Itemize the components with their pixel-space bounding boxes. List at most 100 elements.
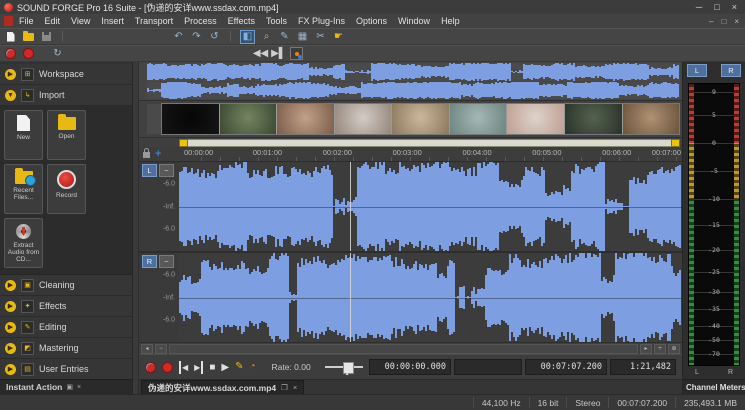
expand-arrow-icon[interactable]: ▶ <box>5 343 16 354</box>
redo-icon[interactable]: ↷ <box>190 31 203 43</box>
expand-arrow-icon[interactable]: ▶ <box>5 301 16 312</box>
sidebar-item-workspace[interactable]: ▶ ⊞ Workspace <box>0 64 132 85</box>
mdi-minimize-button[interactable]: – <box>709 17 713 26</box>
video-thumbnail[interactable] <box>392 104 450 134</box>
lock-icon[interactable] <box>143 152 150 158</box>
edit-tool-icon[interactable]: ◧ <box>240 30 255 44</box>
touch-tool-icon[interactable]: ☛ <box>332 31 345 43</box>
loop-end-marker[interactable] <box>671 139 680 147</box>
video-thumbnail[interactable] <box>277 104 335 134</box>
go-to-start-button[interactable]: ◀ <box>179 361 188 374</box>
menu-help[interactable]: Help <box>441 16 460 26</box>
mdi-restore-button[interactable]: □ <box>721 17 726 26</box>
loop-region-bar[interactable] <box>139 138 682 147</box>
video-thumbnail[interactable] <box>220 104 278 134</box>
go-to-end-button[interactable]: ▶ <box>194 361 203 374</box>
scroll-right-icon[interactable]: ▸ <box>640 344 652 354</box>
undo-icon[interactable]: ↶ <box>172 31 185 43</box>
import-extract-cd-button[interactable]: Extract Audio from CD... <box>4 218 43 268</box>
sidebar-item-editing[interactable]: ▶ ✎ Editing <box>0 317 132 338</box>
video-thumbnail[interactable] <box>623 104 680 134</box>
play-as-sample-icon[interactable]: ✎ <box>235 361 243 374</box>
scrollbar-track[interactable] <box>169 344 638 354</box>
scroll-left-icon[interactable]: ◂ <box>141 344 153 354</box>
horizontal-scrollbar[interactable]: ◂ − ▸ + ⊕ <box>139 342 682 354</box>
left-channel[interactable]: L − -6.0 -Inf. -6.0 <box>139 162 682 253</box>
sidebar-item-mastering[interactable]: ▶ ◩ Mastering <box>0 338 132 359</box>
expand-arrow-icon[interactable]: ▶ <box>5 322 16 333</box>
expand-arrow-icon[interactable]: ▶ <box>5 69 16 80</box>
menu-insert[interactable]: Insert <box>101 16 124 26</box>
open-file-icon[interactable] <box>22 31 35 43</box>
loop-playback-icon[interactable]: ↻ <box>51 48 64 60</box>
close-panel-icon[interactable]: × <box>77 384 81 391</box>
meter-right-button[interactable]: R <box>721 64 741 77</box>
playhead-cursor[interactable] <box>350 162 351 251</box>
playhead-cursor[interactable] <box>350 253 351 342</box>
menu-file[interactable]: File <box>19 16 34 26</box>
document-tab[interactable]: 伪递的安详www.ssdax.com.mp4 ❐ × <box>141 380 304 394</box>
menu-effects[interactable]: Effects <box>228 16 255 26</box>
event-tool-icon[interactable]: ▦ <box>296 31 309 43</box>
zoom-in-time-icon[interactable]: + <box>654 344 666 354</box>
menu-window[interactable]: Window <box>398 16 430 26</box>
video-thumbnail[interactable] <box>507 104 565 134</box>
record-remote-icon[interactable] <box>145 361 156 374</box>
zoom-out-time-icon[interactable]: − <box>155 344 167 354</box>
forward-icon[interactable]: ▶▌ <box>272 48 285 60</box>
right-channel-button[interactable]: R <box>142 255 157 268</box>
maximize-button[interactable]: □ <box>714 2 719 12</box>
right-channel[interactable]: R − -6.0 -Inf. -6.0 <box>139 253 682 342</box>
loop-region-track[interactable] <box>179 139 680 147</box>
video-thumbnail[interactable] <box>335 104 393 134</box>
float-window-icon[interactable]: ❐ <box>281 383 288 392</box>
import-new-button[interactable]: New <box>4 110 43 160</box>
move-cursor-icon[interactable]: + <box>155 150 161 159</box>
time-ruler[interactable]: 00:00:00 00:01:00 00:02:00 00:03:00 00:0… <box>183 147 682 161</box>
import-recent-files-button[interactable]: Recent Files... <box>4 164 43 214</box>
overview-waveform[interactable] <box>139 62 682 101</box>
envelope-tool-icon[interactable]: ✂ <box>314 31 327 43</box>
new-file-icon[interactable] <box>4 31 17 43</box>
magnify-tool-icon[interactable]: ⌕ <box>260 31 273 43</box>
mdi-close-button[interactable]: × <box>734 17 739 26</box>
video-thumbnail[interactable] <box>162 104 220 134</box>
rewind-icon[interactable]: ◀◀ <box>254 48 267 60</box>
video-thumbnail[interactable] <box>565 104 623 134</box>
document-menu-icon[interactable] <box>4 16 13 26</box>
menu-fx-plugins[interactable]: FX Plug-Ins <box>298 16 345 26</box>
rate-slider[interactable]: ▲ <box>325 361 363 373</box>
left-channel-button[interactable]: L <box>142 164 157 177</box>
loop-start-marker[interactable] <box>179 139 188 147</box>
meter-left-button[interactable]: L <box>687 64 707 77</box>
expand-arrow-icon[interactable]: ▶ <box>5 364 16 375</box>
record-icon[interactable] <box>162 361 173 374</box>
sidebar-item-cleaning[interactable]: ▶ ▣ Cleaning <box>0 275 132 296</box>
menu-options[interactable]: Options <box>356 16 387 26</box>
marker-tool-icon[interactable] <box>290 48 303 60</box>
close-document-icon[interactable]: × <box>293 383 297 392</box>
record-icon[interactable] <box>22 48 35 60</box>
sidebar-item-import[interactable]: ▼ ↳ Import <box>0 85 132 106</box>
save-icon[interactable] <box>40 31 53 43</box>
sidebar-item-user-entries[interactable]: ▶ ▤ User Entries <box>0 359 132 379</box>
right-channel-minimize-button[interactable]: − <box>159 255 174 268</box>
zoom-fit-icon[interactable]: ⊕ <box>668 344 680 354</box>
expand-arrow-icon[interactable]: ▶ <box>5 280 16 291</box>
video-thumbnail[interactable] <box>450 104 508 134</box>
menu-tools[interactable]: Tools <box>266 16 287 26</box>
stop-button[interactable]: ■ <box>209 361 215 374</box>
sidebar-item-effects[interactable]: ▶ ✦ Effects <box>0 296 132 317</box>
menu-edit[interactable]: Edit <box>45 16 61 26</box>
import-record-button[interactable]: Record <box>47 164 86 214</box>
pencil-tool-icon[interactable]: ✎ <box>278 31 291 43</box>
menu-transport[interactable]: Transport <box>135 16 173 26</box>
collapse-arrow-icon[interactable]: ▼ <box>5 90 16 101</box>
loop-playback-icon[interactable]: ◔ <box>249 361 255 374</box>
close-button[interactable]: × <box>732 2 737 12</box>
menu-process[interactable]: Process <box>184 16 217 26</box>
repeat-icon[interactable]: ↺ <box>208 31 221 43</box>
play-button[interactable]: ▶ <box>221 361 229 374</box>
left-channel-minimize-button[interactable]: − <box>159 164 174 177</box>
pin-icon[interactable]: ▣ <box>66 383 73 391</box>
